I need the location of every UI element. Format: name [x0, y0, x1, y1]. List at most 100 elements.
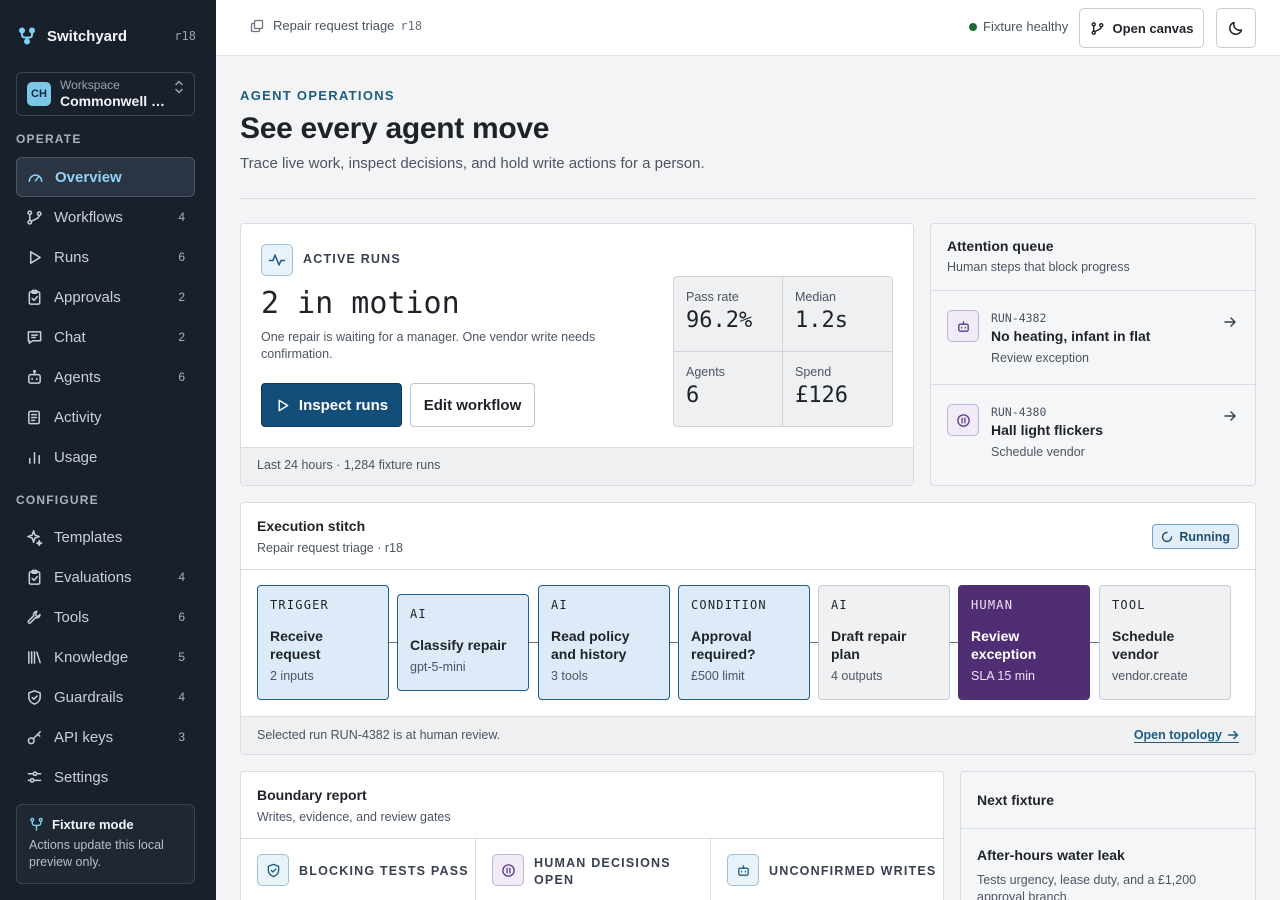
sidebar-item-runs[interactable]: Runs 6: [16, 237, 195, 277]
sidebar-item-label: Workflows: [54, 208, 123, 226]
node-meta: £500 limit: [691, 669, 745, 683]
shield-check-icon: [257, 854, 289, 886]
library-icon: [28, 650, 41, 664]
chat-icon: [27, 330, 42, 344]
open-canvas-label: Open canvas: [1112, 20, 1194, 36]
sidebar-item-templates[interactable]: Templates: [16, 517, 195, 557]
workspace-switcher[interactable]: CH Workspace Commonwell Housing: [16, 72, 195, 116]
workflow-node-trigger[interactable]: TRIGGER Receive request 2 inputs: [257, 585, 389, 700]
node-title: Draft repair plan: [831, 628, 907, 662]
sliders-icon: [27, 770, 42, 783]
sidebar-item-overview[interactable]: Overview: [16, 157, 195, 197]
open-topology-link[interactable]: Open topology: [1133, 728, 1239, 743]
sidebar-item-count: 3: [178, 730, 185, 744]
node-kind: AI: [831, 598, 848, 612]
clipboard-check-icon: [28, 569, 41, 585]
sidebar-item-label: Templates: [54, 528, 123, 546]
health-label: Fixture healthy: [983, 19, 1069, 34]
fixture-mode-description: Actions update this local preview only.: [29, 838, 164, 869]
app-version: r18: [174, 29, 196, 43]
active-runs-card: ACTIVE RUNS 2 in motion One repair is wa…: [240, 223, 914, 486]
node-meta: vendor.create: [1112, 669, 1188, 683]
sidebar-item-label: Agents: [54, 368, 101, 386]
stat-label: Agents: [686, 364, 725, 379]
sidebar-item-label: Settings: [54, 768, 109, 786]
workflow-node-condition[interactable]: CONDITION Approval required? £500 limit: [678, 585, 810, 700]
stat-label: Spend: [795, 364, 832, 379]
workflow-node-schedule-vendor[interactable]: TOOL Schedule vendor vendor.create: [1099, 585, 1231, 700]
arrow-right-icon: [1224, 317, 1236, 327]
flask-icon: [30, 817, 43, 831]
sidebar-item-guardrails[interactable]: Guardrails 4: [16, 677, 195, 717]
attention-queue-title: Attention queue: [947, 238, 1054, 254]
attention-queue-subtitle: Human steps that block progress: [947, 260, 1130, 274]
health-status: Fixture healthy: [969, 19, 1068, 34]
arrow-right-icon: [1227, 730, 1239, 740]
selected-run-status: Selected run RUN-4382 is at human review…: [257, 728, 501, 742]
sidebar-item-chat[interactable]: Chat 2: [16, 317, 195, 357]
next-fixture-item-title[interactable]: After-hours water leak: [977, 847, 1125, 863]
sidebar-item-label: Approvals: [54, 288, 121, 306]
sidebar-item-count: 6: [178, 250, 185, 264]
stat-value: 6: [686, 382, 700, 408]
sidebar-item-label: API keys: [54, 728, 114, 746]
inspect-runs-button[interactable]: Inspect runs: [261, 383, 402, 427]
play-icon: [278, 399, 289, 411]
stat-value: 1.2s: [795, 308, 848, 333]
activity-pulse-icon: [261, 244, 293, 276]
gauge-icon: [28, 173, 43, 182]
app-name: Switchyard: [47, 27, 128, 45]
node-meta: 2 inputs: [270, 669, 314, 683]
workspace-label: Workspace: [60, 78, 120, 92]
sidebar-item-agents[interactable]: Agents 6: [16, 357, 195, 397]
workflow-node-read-policy[interactable]: AI Read policy and history 3 tools: [538, 585, 670, 700]
workflow-node-classify[interactable]: AI Classify repair gpt-5-mini: [397, 594, 529, 691]
theme-toggle-button[interactable]: [1216, 8, 1256, 48]
sidebar-item-workflows[interactable]: Workflows 4: [16, 197, 195, 237]
node-meta: gpt-5-mini: [410, 660, 466, 674]
workspace-name: Commonwell Housing: [60, 93, 170, 109]
sidebar-item-api-keys[interactable]: API keys 3: [16, 717, 195, 757]
workflow-node-draft-plan[interactable]: AI Draft repair plan 4 outputs: [818, 585, 950, 700]
active-runs-description: One repair is waiting for a manager. One…: [261, 330, 596, 361]
sidebar-item-label: Knowledge: [54, 648, 129, 666]
sidebar-item-settings[interactable]: Settings: [16, 757, 195, 797]
chevron-up-down-icon: [175, 80, 183, 94]
sidebar-item-tools[interactable]: Tools 6: [16, 597, 195, 637]
next-fixture-item-description: Tests urgency, lease duty, and a £1,200 …: [977, 873, 1197, 900]
stat-value: £126: [795, 382, 848, 408]
node-kind: AI: [410, 607, 427, 621]
sidebar-item-knowledge[interactable]: Knowledge 5: [16, 637, 195, 677]
node-title: Schedule vendor: [1112, 628, 1175, 662]
status-dot: [969, 22, 977, 31]
sidebar-item-evaluations[interactable]: Evaluations 4: [16, 557, 195, 597]
boundary-metric: BLOCKING TESTS PASS: [241, 838, 476, 900]
header-divider: [240, 198, 1256, 199]
edit-workflow-button[interactable]: Edit workflow: [410, 383, 535, 427]
robot-icon: [28, 369, 41, 384]
next-fixture-card: Next fixture After-hours water leak Test…: [960, 771, 1256, 900]
queue-item[interactable]: RUN-4380 Hall light flickers Schedule ve…: [931, 385, 1255, 479]
sidebar-item-label: Tools: [54, 608, 90, 626]
workflow-node-review-exception[interactable]: HUMAN Review exception SLA 15 min: [958, 585, 1090, 700]
brand[interactable]: Switchyard r18: [18, 24, 196, 48]
node-title: Approval required?: [691, 628, 756, 662]
queue-item[interactable]: RUN-4382 No heating, infant in flat Revi…: [931, 291, 1255, 385]
node-kind: AI: [551, 598, 568, 612]
sidebar-item-usage[interactable]: Usage: [16, 437, 195, 477]
key-icon: [27, 730, 41, 744]
stat-agents: Agents 6: [674, 351, 783, 426]
node-kind: TOOL: [1112, 598, 1146, 612]
branch-icon: [27, 209, 42, 225]
node-title: Read policy and history: [551, 628, 630, 662]
node-meta: SLA 15 min: [971, 669, 1035, 683]
sidebar-item-activity[interactable]: Activity: [16, 397, 195, 437]
queue-item-action: Review exception: [991, 351, 1089, 365]
sidebar-item-label: Guardrails: [54, 688, 124, 706]
breadcrumb[interactable]: Repair request triage r18: [250, 18, 422, 33]
sidebar-item-approvals[interactable]: Approvals 2: [16, 277, 195, 317]
node-meta: 4 outputs: [831, 669, 883, 683]
open-canvas-button[interactable]: Open canvas: [1079, 8, 1204, 48]
active-runs-headline: 2 in motion: [261, 286, 460, 321]
node-title: Receive request: [270, 628, 323, 662]
